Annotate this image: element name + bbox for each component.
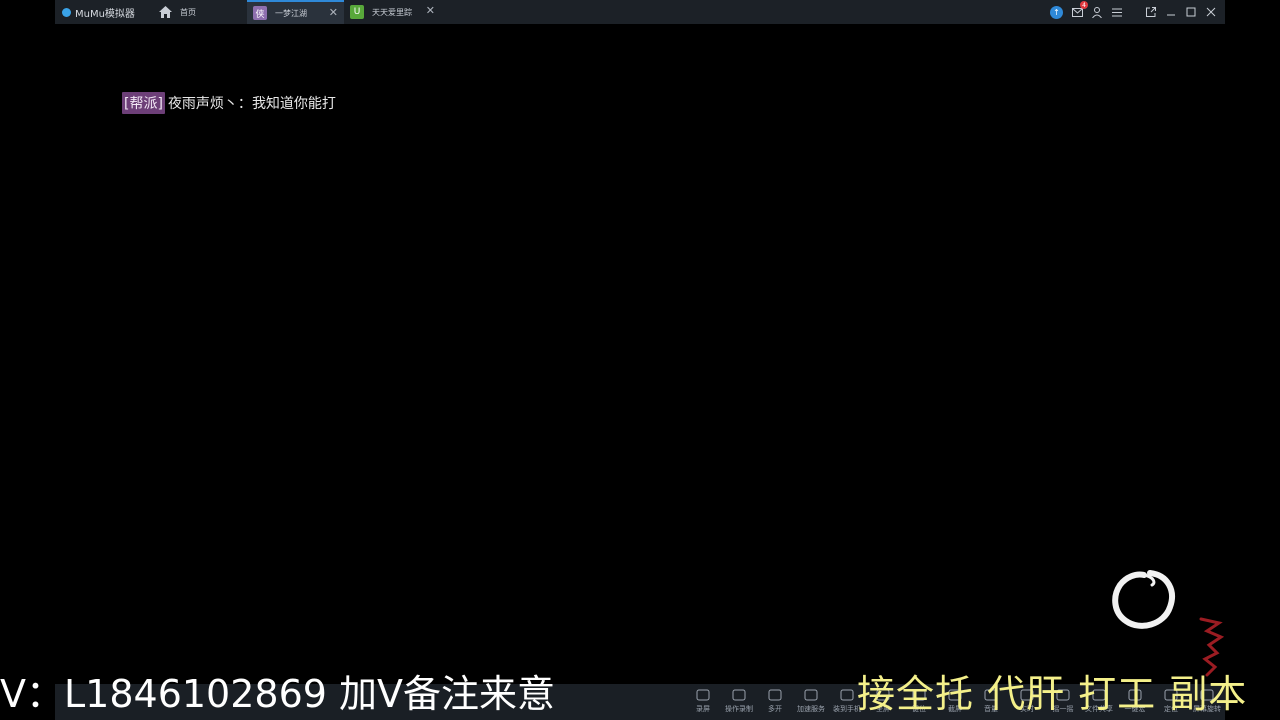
toolbar-item-label: 多开 bbox=[768, 705, 782, 713]
game-app-icon: 侠 bbox=[253, 6, 267, 20]
message-icon[interactable]: 4 bbox=[1071, 1, 1088, 18]
close-icon[interactable]: ✕ bbox=[426, 5, 435, 17]
tab-ttl-label: 天天爱里踪 bbox=[372, 7, 412, 17]
multi-instance-icon bbox=[768, 689, 782, 701]
chat-message: [帮派] 夜雨声烦丶： 我知道你能打 bbox=[122, 92, 336, 114]
emulator-window: MuMu模拟器 首页 侠 一梦江湖 ✕ U 天天爱里踪 ✕ ↑ 4 [帮派] 夜… bbox=[55, 0, 1225, 720]
toolbar-item-label: 录屏 bbox=[696, 705, 710, 713]
toolbar-item[interactable]: 多开 bbox=[755, 688, 795, 714]
loading-spinner-icon bbox=[1112, 570, 1175, 629]
macro-record-icon bbox=[732, 689, 746, 701]
tab-home[interactable]: 首页 bbox=[150, 0, 247, 24]
video-icon bbox=[696, 689, 710, 701]
toolbar-item[interactable]: 录屏 bbox=[683, 688, 723, 714]
tab-home-label: 首页 bbox=[180, 7, 196, 17]
install-phone-icon bbox=[840, 689, 854, 701]
chat-text: 我知道你能打 bbox=[251, 96, 336, 112]
tab-game[interactable]: 侠 一梦江湖 ✕ bbox=[247, 0, 344, 24]
toolbar-item-label: 加速服务 bbox=[797, 705, 825, 713]
boost-icon bbox=[804, 689, 818, 701]
window-controls: ↑ 4 bbox=[1050, 1, 1225, 19]
app-brand: MuMu模拟器 bbox=[55, 5, 150, 20]
toolbar-item-label: 操作录制 bbox=[725, 705, 753, 713]
chat-sender: 夜雨声烦丶： bbox=[167, 96, 252, 112]
home-icon bbox=[158, 5, 172, 19]
ttl-app-icon: U bbox=[350, 5, 364, 19]
maximize-icon[interactable] bbox=[1185, 6, 1197, 18]
chat-channel-tag: [帮派] bbox=[122, 92, 165, 114]
popout-icon[interactable] bbox=[1145, 6, 1157, 18]
menu-icon[interactable] bbox=[1111, 6, 1123, 18]
toolbar-item[interactable]: 操作录制 bbox=[719, 688, 759, 714]
contact-overlay: V：L1846102869 加V备注来意 bbox=[0, 672, 556, 716]
service-overlay: 接全托 代肝 打工 副本 bbox=[857, 672, 1248, 716]
minimize-icon[interactable] bbox=[1165, 6, 1177, 18]
upgrade-icon[interactable]: ↑ bbox=[1050, 5, 1063, 19]
user-icon[interactable] bbox=[1091, 6, 1103, 18]
notification-badge: 4 bbox=[1080, 1, 1088, 9]
red-seal-icon bbox=[1199, 617, 1225, 677]
tab-game-label: 一梦江湖 bbox=[275, 8, 307, 18]
close-icon[interactable]: ✕ bbox=[329, 7, 338, 19]
toolbar-item[interactable]: 加速服务 bbox=[791, 688, 831, 714]
mumu-logo-icon bbox=[62, 7, 71, 17]
close-window-icon[interactable] bbox=[1205, 6, 1217, 18]
tab-ttl[interactable]: U 天天爱里踪 ✕ bbox=[344, 0, 441, 24]
title-bar: MuMu模拟器 首页 侠 一梦江湖 ✕ U 天天爱里踪 ✕ ↑ 4 bbox=[55, 0, 1225, 24]
app-name: MuMu模拟器 bbox=[75, 8, 135, 20]
